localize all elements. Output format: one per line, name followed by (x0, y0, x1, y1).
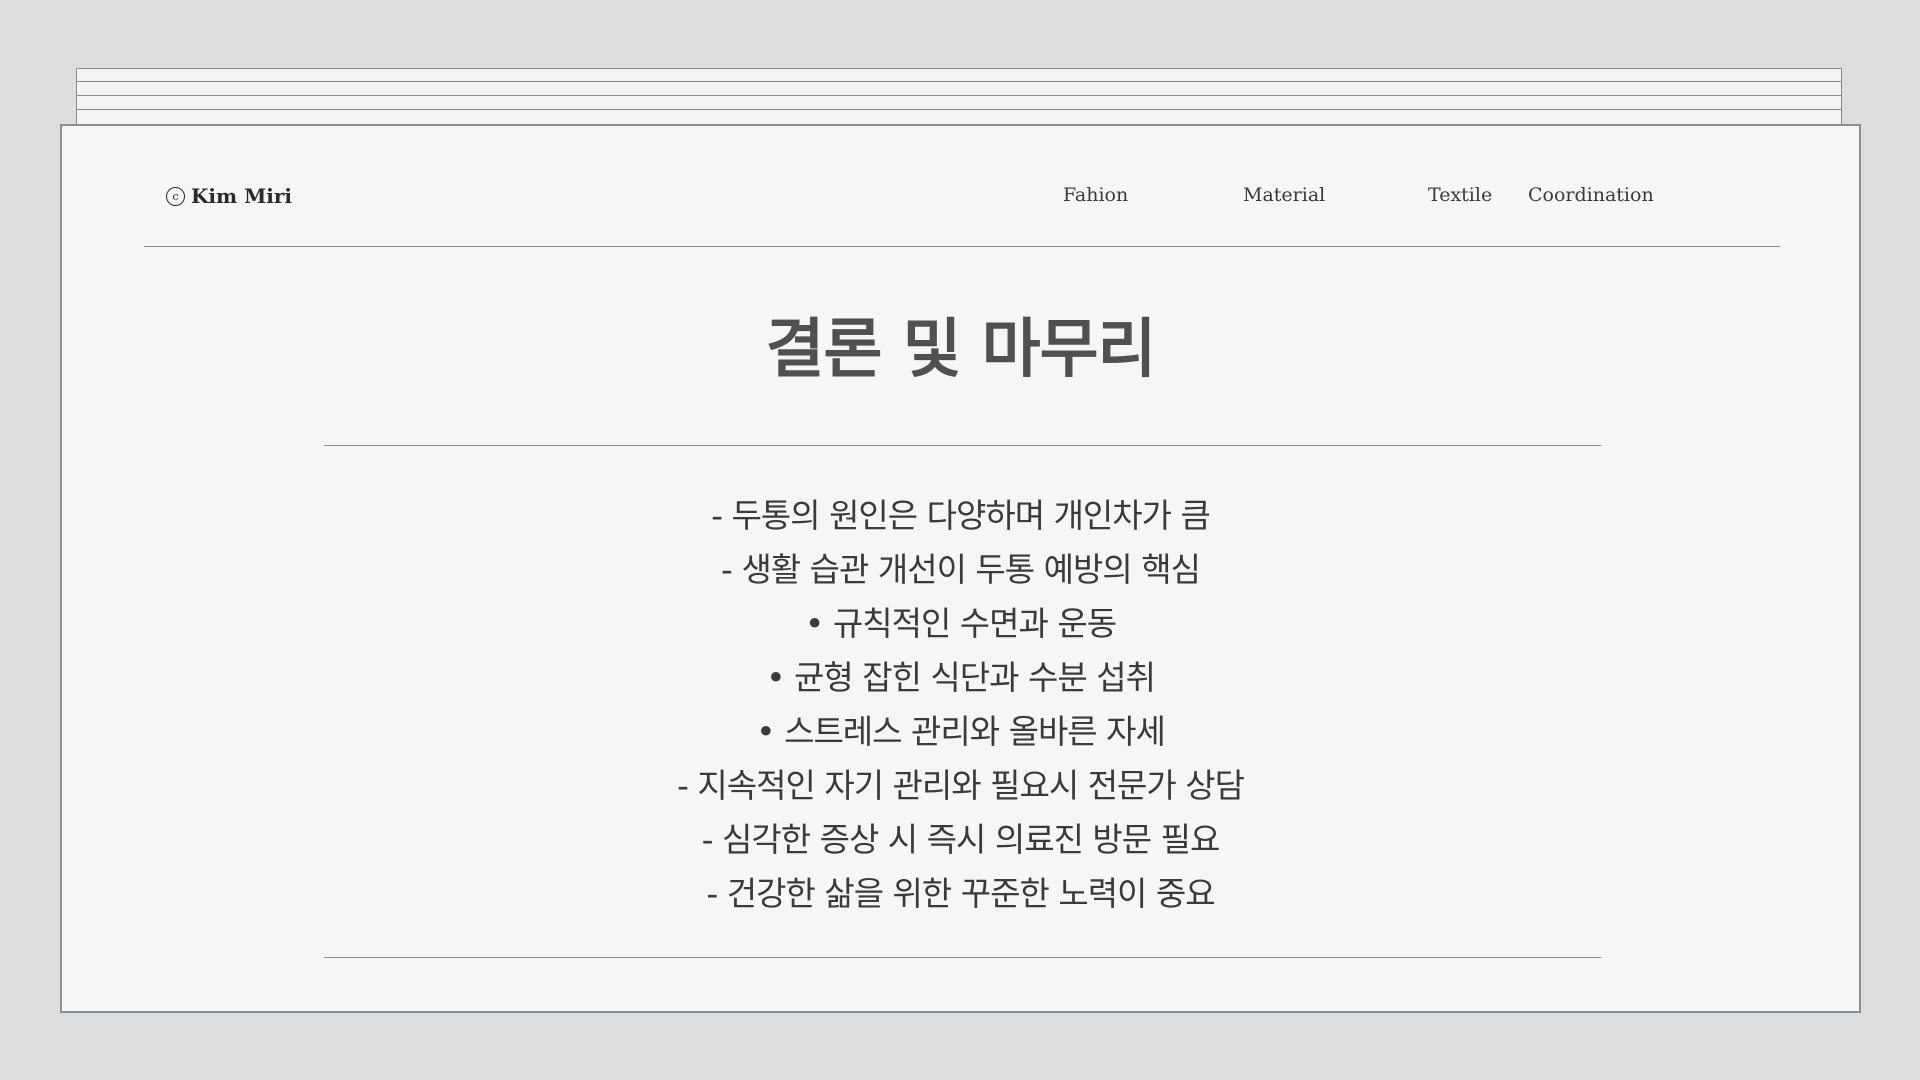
slide: c Kim Miri Fahion Material Textile Coord… (60, 124, 1861, 1013)
divider-bottom (324, 957, 1601, 958)
list-item: • 균형 잡힌 식단과 수분 섭취 (766, 658, 1156, 697)
list-item: • 스트레스 관리와 올바른 자세 (756, 712, 1166, 751)
stack-line (77, 109, 1841, 110)
page-title: 결론 및 마무리 (765, 313, 1157, 387)
nav-item-textile[interactable]: Textile (1428, 184, 1492, 206)
stack-line (77, 81, 1841, 82)
list-item: - 생활 습관 개선이 두통 예방의 핵심 (721, 550, 1201, 589)
list-item: • 규칙적인 수면과 운동 (804, 604, 1117, 643)
header: c Kim Miri Fahion Material Textile Coord… (144, 126, 1780, 247)
nav-item-fashion[interactable]: Fahion (1063, 184, 1128, 206)
content-list: - 두통의 원인은 다양하며 개인차가 큼 - 생활 습관 개선이 두통 예방의… (62, 489, 1859, 921)
list-item: - 지속적인 자기 관리와 필요시 전문가 상담 (677, 766, 1245, 805)
divider-top (324, 445, 1601, 446)
stack-line (77, 95, 1841, 96)
nav-item-material[interactable]: Material (1243, 184, 1325, 206)
page-stack-decoration (76, 68, 1842, 128)
list-item: - 두통의 원인은 다양하며 개인차가 큼 (711, 496, 1211, 535)
list-item: - 심각한 증상 시 즉시 의료진 방문 필요 (701, 820, 1221, 859)
nav: Fahion Material Textile Coordination (144, 184, 1780, 214)
list-item: - 건강한 삶을 위한 꾸준한 노력이 중요 (706, 874, 1215, 913)
nav-item-coordination[interactable]: Coordination (1528, 184, 1654, 206)
